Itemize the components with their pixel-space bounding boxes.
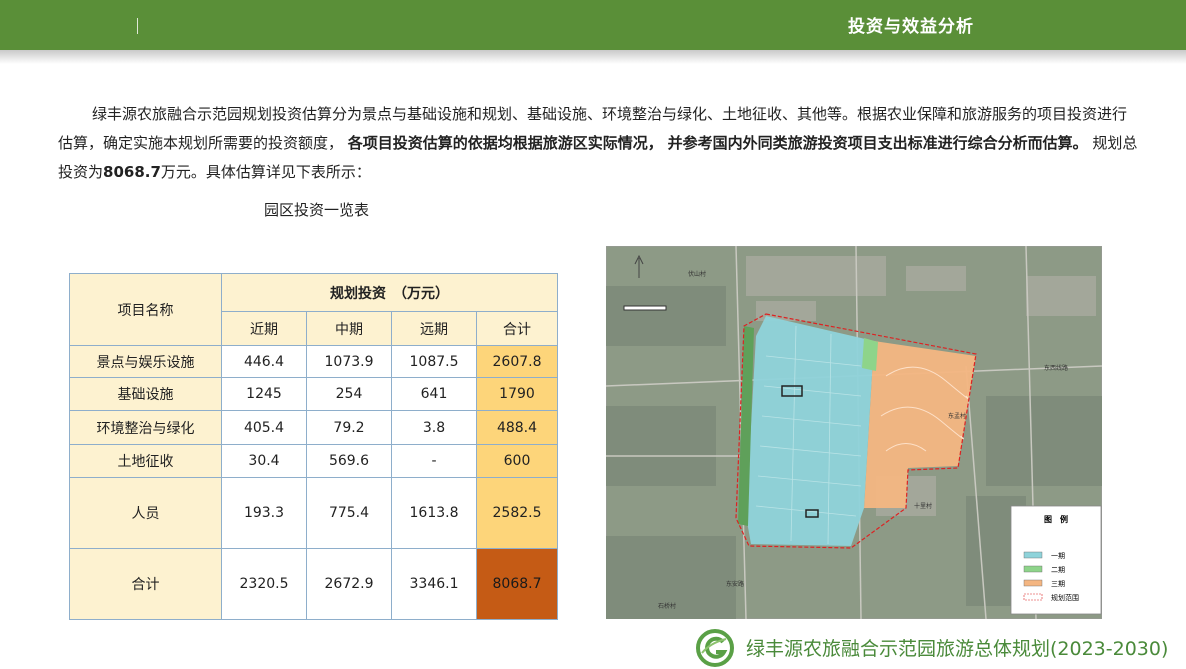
table-cell: 3346.1 (391, 548, 477, 620)
table-cell: 1613.8 (391, 477, 477, 549)
page-title: 投资与效益分析 (848, 17, 974, 37)
investment-table: 项目名称 规划投资 （万元） 近期 中期 远期 合计 景点与娱乐设施 446.4… (69, 273, 558, 620)
row-name: 基础设施 (69, 377, 222, 411)
legend-label: 二期 (1051, 566, 1065, 574)
row-total: 2582.5 (476, 477, 558, 549)
legend-label: 三期 (1051, 580, 1065, 588)
scale-bar (623, 305, 667, 311)
column-header: 近期 (221, 311, 307, 346)
intro-paragraph: 绿丰源农旅融合示范园规划投资估算分为景点与基础设施和规划、基础设施、环境整治与绿… (58, 100, 1138, 187)
table-caption: 园区投资一览表 (264, 201, 370, 219)
table-cell: 3.8 (391, 410, 477, 445)
row-total: 2607.8 (476, 345, 558, 378)
column-header-group: 规划投资 （万元） (221, 273, 558, 312)
table-row: 土地征收 30.4 569.6 - 600 (69, 444, 558, 478)
table-row: 合计 2320.5 2672.9 3346.1 8068.7 (69, 548, 558, 620)
intro-bold-2: 并参考国内外同类旅游投资项目支出标准进行综合分析而估算。 (667, 134, 1088, 152)
table-cell: 569.6 (306, 444, 392, 478)
row-total: 600 (476, 444, 558, 478)
brand-logo-icon (696, 629, 734, 667)
footer-title: 绿丰源农旅融合示范园旅游总体规划(2023-2030) (746, 638, 1169, 660)
map-label: 东西线路 (1044, 364, 1068, 372)
row-total: 488.4 (476, 410, 558, 445)
table-cell: 1245 (221, 377, 307, 411)
row-name: 景点与娱乐设施 (69, 345, 222, 378)
legend-label: 规划范围 (1051, 593, 1079, 602)
intro-text-3: 万元。具体估算详见下表所示： (160, 163, 371, 181)
map-label: 石桥村 (658, 602, 676, 610)
header-bar (0, 0, 1186, 50)
site-plan-map: 东西线路 伏山村 东孟村 十里村 石桥村 东安路 图 例 一期 二期 三期 规划… (606, 246, 1102, 619)
row-total: 1790 (476, 377, 558, 411)
table-cell: 2672.9 (306, 548, 392, 620)
column-header: 合计 (476, 311, 558, 346)
intro-bold-1: 各项目投资估算的依据均根据旅游区实际情况， (347, 134, 663, 152)
table-row: 景点与娱乐设施 446.4 1073.9 1087.5 2607.8 (69, 345, 558, 378)
table-cell: 254 (306, 377, 392, 411)
map-label: 东安路 (726, 580, 744, 588)
table-cell: 446.4 (221, 345, 307, 378)
legend-label: 一期 (1051, 552, 1065, 560)
table-cell: 1073.9 (306, 345, 392, 378)
legend-title: 图 例 (1044, 514, 1068, 524)
table-row: 环境整治与绿化 405.4 79.2 3.8 488.4 (69, 410, 558, 445)
table-row: 基础设施 1245 254 641 1790 (69, 377, 558, 411)
table-cell: 641 (391, 377, 477, 411)
table-cell: - (391, 444, 477, 478)
map-label: 东孟村 (948, 412, 966, 420)
table-cell: 193.3 (221, 477, 307, 549)
column-header: 中期 (306, 311, 392, 346)
column-header: 远期 (391, 311, 477, 346)
grand-total: 8068.7 (476, 548, 558, 620)
row-name: 土地征收 (69, 444, 222, 478)
map-label: 伏山村 (688, 270, 706, 278)
table-cell: 405.4 (221, 410, 307, 445)
header-divider (137, 18, 138, 34)
table-cell: 79.2 (306, 410, 392, 445)
header-shadow (0, 50, 1186, 64)
map-legend: 图 例 一期 二期 三期 规划范围 (1010, 505, 1102, 615)
zone-phase-2 (862, 338, 878, 371)
table-cell: 1087.5 (391, 345, 477, 378)
table-cell: 2320.5 (221, 548, 307, 620)
intro-total: 8068.7 (103, 163, 161, 181)
table-cell: 30.4 (221, 444, 307, 478)
table-cell: 775.4 (306, 477, 392, 549)
row-name: 人员 (69, 477, 222, 549)
map-label: 十里村 (914, 502, 932, 510)
row-name: 环境整治与绿化 (69, 410, 222, 445)
row-name: 合计 (69, 548, 222, 620)
column-header-name: 项目名称 (69, 273, 222, 346)
table-row: 人员 193.3 775.4 1613.8 2582.5 (69, 477, 558, 549)
